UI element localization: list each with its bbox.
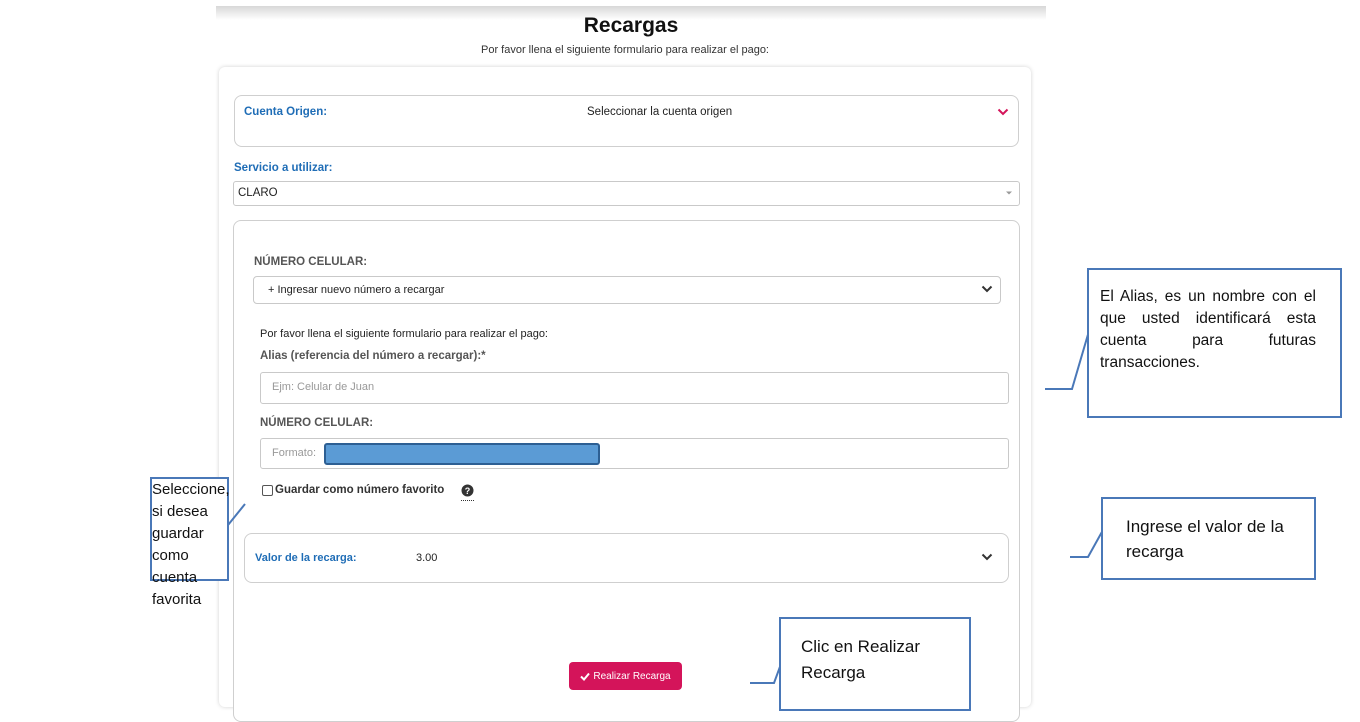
callout-realizar: Clic en Realizar Recarga (779, 617, 971, 711)
callout-valor: Ingrese el valor de la recarga (1101, 497, 1316, 580)
callout-favorito: Seleccione, si desea guardar como cuenta… (150, 477, 230, 608)
callout-alias: El Alias, es un nombre con el que usted … (1087, 268, 1342, 418)
